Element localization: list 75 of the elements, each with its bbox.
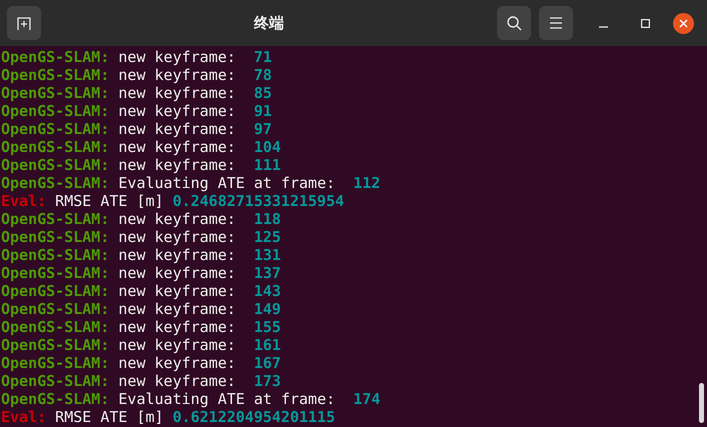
log-value: 167 [254,354,281,372]
log-value: 143 [254,282,281,300]
log-message: new keyframe: [118,102,236,120]
log-message: Evaluating ATE at frame: [118,390,336,408]
log-prefix: OpenGS-SLAM: [1,120,110,138]
scrollbar-thumb[interactable] [699,383,704,423]
log-prefix: OpenGS-SLAM: [1,210,110,228]
menu-button[interactable] [539,6,573,40]
minimize-icon [598,26,608,28]
log-prefix: OpenGS-SLAM: [1,318,110,336]
log-message: new keyframe: [118,264,236,282]
menu-icon [549,17,563,29]
log-message: Evaluating ATE at frame: [118,174,336,192]
log-prefix: OpenGS-SLAM: [1,66,110,84]
log-value: 85 [254,84,272,102]
log-value: 149 [254,300,281,318]
log-message: new keyframe: [118,336,236,354]
log-message: new keyframe: [118,138,236,156]
log-value: 111 [254,156,281,174]
log-prefix: OpenGS-SLAM: [1,246,110,264]
log-prefix: OpenGS-SLAM: [1,102,110,120]
log-message: RMSE ATE [m] [55,192,164,210]
log-message: new keyframe: [118,372,236,390]
log-value: 91 [254,102,272,120]
log-prefix: OpenGS-SLAM: [1,174,110,192]
log-message: new keyframe: [118,228,236,246]
log-prefix: OpenGS-SLAM: [1,354,110,372]
log-value: 173 [254,372,281,390]
close-button[interactable] [673,12,694,34]
log-value: 0.6212204954201115 [172,408,336,426]
log-value: 0.24682715331215954 [172,192,344,210]
log-value: 118 [254,210,281,228]
new-tab-button[interactable] [7,6,41,40]
log-prefix: OpenGS-SLAM: [1,84,110,102]
log-message: new keyframe: [118,210,236,228]
log-message: new keyframe: [118,282,236,300]
new-tab-icon [16,15,32,31]
log-prefix: OpenGS-SLAM: [1,48,110,66]
log-prefix: Eval: [1,408,46,426]
log-value: 112 [353,174,380,192]
log-message: new keyframe: [118,354,236,372]
maximize-icon [640,18,650,28]
log-message: RMSE ATE [m] [55,408,164,426]
log-message: new keyframe: [118,300,236,318]
log-prefix: OpenGS-SLAM: [1,300,110,318]
log-message: new keyframe: [118,66,236,84]
log-value: 104 [254,138,281,156]
log-message: new keyframe: [118,156,236,174]
log-value: 78 [254,66,272,84]
log-value: 137 [254,264,281,282]
log-value: 125 [254,228,281,246]
log-prefix: OpenGS-SLAM: [1,282,110,300]
search-button[interactable] [497,6,531,40]
log-message: new keyframe: [118,318,236,336]
log-value: 174 [353,390,380,408]
log-prefix: OpenGS-SLAM: [1,390,110,408]
log-message: new keyframe: [118,84,236,102]
log-prefix: OpenGS-SLAM: [1,264,110,282]
search-icon [506,15,522,31]
log-prefix: OpenGS-SLAM: [1,336,110,354]
log-message: new keyframe: [118,246,236,264]
log-prefix: OpenGS-SLAM: [1,156,110,174]
log-prefix: Eval: [1,192,46,210]
log-value: 97 [254,120,272,138]
log-message: new keyframe: [118,120,236,138]
log-prefix: OpenGS-SLAM: [1,228,110,246]
close-icon [679,18,688,28]
log-value: 71 [254,48,272,66]
log-prefix: OpenGS-SLAM: [1,138,110,156]
log-value: 131 [254,246,281,264]
window-title: 终端 [254,12,284,34]
log-value: 161 [254,336,281,354]
log-value: 155 [254,318,281,336]
log-prefix: OpenGS-SLAM: [1,372,110,390]
log-message: new keyframe: [118,48,236,66]
